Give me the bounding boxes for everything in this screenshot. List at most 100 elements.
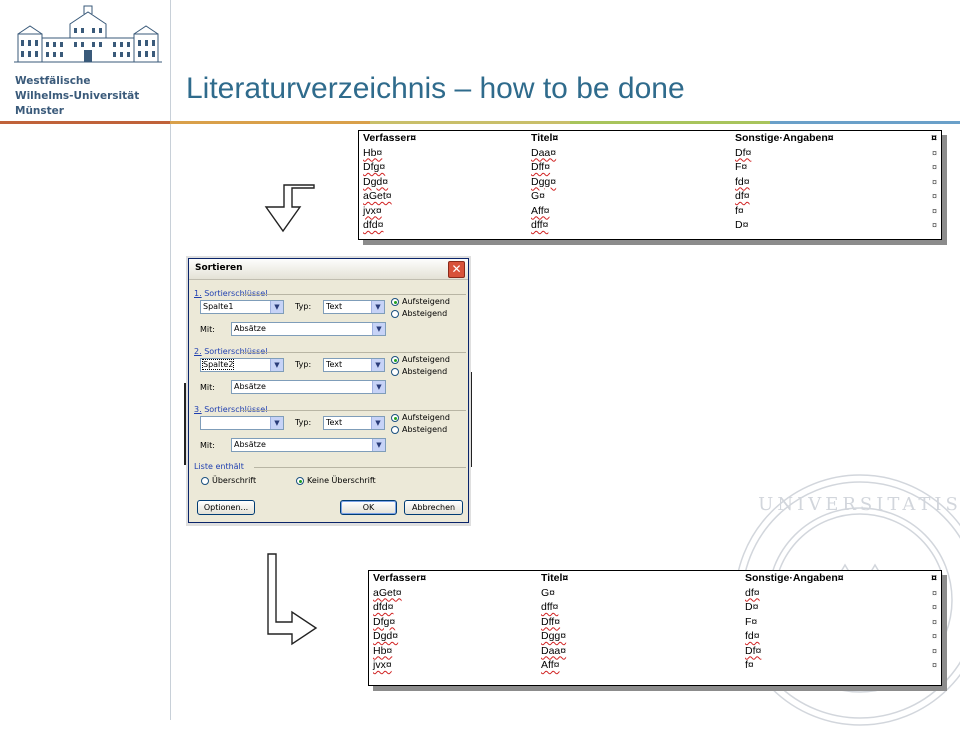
sort-key-3-type-select[interactable]: Text ▼ [323, 416, 385, 430]
sort-key-3-ascending-radio[interactable]: Aufsteigend [391, 413, 450, 422]
arrow-down-right-icon [267, 553, 318, 646]
sort-key-3-column-select[interactable]: ▼ [200, 416, 284, 430]
header-sonstige: Sonstige·Angaben¤ [735, 132, 834, 144]
cell: ¤ [931, 191, 937, 201]
sort-key-2-ascending-radio[interactable]: Aufsteigend [391, 355, 450, 364]
sort-key-1-descending-label: Absteigend [402, 309, 448, 318]
cell: ¤ [931, 602, 937, 612]
cell: Hb¤ [363, 146, 383, 159]
sort-key-3-with-value: Absätze [234, 440, 266, 449]
dialog-titlebar[interactable]: Sortieren ✕ [189, 259, 468, 280]
sort-key-1-type-label: Typ: [295, 302, 312, 311]
cell: f¤ [735, 204, 744, 217]
table-row: Hb¤ Daa¤ Df¤ ¤ [369, 644, 941, 659]
radio-icon [391, 367, 399, 376]
cell: Aff¤ [541, 659, 560, 671]
table-row: dfd¤ dff¤ D¤ ¤ [369, 600, 941, 615]
cell: ¤ [931, 220, 937, 230]
cell: jvx¤ [373, 659, 392, 671]
header-radio-label: Überschrift [212, 476, 257, 485]
university-line-2: Wilhelms-Universität [15, 90, 140, 102]
sort-key-1-ascending-radio[interactable]: Aufsteigend [391, 297, 450, 306]
color-bar [0, 121, 960, 124]
sort-key-3-with-label: Mit: [200, 441, 215, 450]
cell: Dgg¤ [531, 175, 557, 188]
slide-title: Literaturverzeichnis – how to be done [186, 72, 685, 105]
sort-key-3-ascending-label: Aufsteigend [402, 413, 450, 422]
group-separator [241, 410, 466, 411]
table-row: Hb¤ Daa¤ Df¤ ¤ [359, 146, 941, 161]
sort-key-2-column-select[interactable]: Spalte2 ▼ [200, 358, 284, 372]
sort-key-2-descending-radio[interactable]: Absteigend [391, 367, 447, 376]
sort-key-1-type-select[interactable]: Text ▼ [323, 300, 385, 314]
list-contains-label: Liste enthält [194, 462, 244, 471]
group-separator [241, 352, 466, 353]
chevron-down-icon: ▼ [371, 417, 384, 429]
cell: Daa¤ [531, 146, 557, 159]
close-button[interactable]: ✕ [448, 261, 465, 278]
cell: Dfg¤ [363, 161, 386, 173]
cell: D¤ [745, 601, 759, 613]
header-verfasser: Verfasser¤ [373, 572, 427, 584]
sort-dialog: Sortieren ✕ 1. Sortierschlüssel Spalte1 ▼… [188, 258, 469, 523]
cell: Daa¤ [541, 644, 567, 657]
university-line-1: Westfälische [15, 75, 91, 87]
group-separator [254, 467, 466, 468]
options-button[interactable]: Optionen... [197, 500, 255, 515]
group-separator [241, 294, 466, 295]
ok-button[interactable]: OK [340, 500, 397, 515]
table-row: Dfg¤ Dff¤ F¤ ¤ [359, 160, 941, 175]
chevron-down-icon: ▼ [372, 439, 385, 451]
header-mark: ¤ [931, 132, 937, 144]
cell: ¤ [931, 205, 937, 216]
cell: Dff¤ [531, 161, 551, 173]
sort-key-3-with-select[interactable]: Absätze ▼ [231, 438, 386, 452]
header-sonstige: Sonstige·Angaben¤ [745, 572, 844, 584]
chevron-down-icon: ▼ [372, 323, 385, 335]
radio-icon [201, 476, 209, 485]
sort-key-1-with-select[interactable]: Absätze ▼ [231, 322, 386, 336]
dialog-title: Sortieren [195, 263, 243, 273]
cell: Hb¤ [373, 644, 393, 657]
radio-selected-icon [391, 297, 399, 306]
sort-key-1-column-select[interactable]: Spalte1 ▼ [200, 300, 284, 314]
sort-key-2-column-value: Spalte2 [201, 359, 235, 370]
sort-key-2-type-select[interactable]: Text ▼ [323, 358, 385, 372]
cell: F¤ [745, 615, 758, 628]
sort-key-2-with-select[interactable]: Absätze ▼ [231, 380, 386, 394]
cell: dfd¤ [363, 219, 384, 231]
header-titel: Titel¤ [541, 572, 569, 584]
radio-selected-icon [391, 413, 399, 422]
sort-key-1-with-label: Mit: [200, 325, 215, 334]
table-row: jvx¤ Aff¤ f¤ ¤ [359, 204, 941, 219]
table-row: aGet¤ G¤ df¤ ¤ [369, 586, 941, 601]
sort-key-2-with-value: Absätze [234, 382, 266, 391]
header-radio[interactable]: Überschrift [201, 476, 256, 485]
no-header-radio[interactable]: Keine Überschrift [296, 476, 376, 485]
cell: dff¤ [541, 601, 559, 613]
cell: D¤ [735, 219, 749, 231]
sort-key-3-descending-radio[interactable]: Absteigend [391, 425, 447, 434]
cell: ¤ [931, 587, 937, 598]
cell: Dgd¤ [363, 175, 389, 188]
university-name: Westfälische Wilhelms-Universität Münste… [15, 74, 139, 119]
cell: Df¤ [735, 146, 752, 159]
cell: Df¤ [745, 644, 762, 657]
sort-key-2-descending-label: Absteigend [402, 367, 448, 376]
cell: ¤ [931, 616, 937, 627]
cell: ¤ [931, 631, 937, 641]
sort-key-1-descending-radio[interactable]: Absteigend [391, 309, 447, 318]
radio-selected-icon [296, 476, 304, 485]
chevron-down-icon: ▼ [372, 381, 385, 393]
table-header-row: Verfasser¤ Titel¤ Sonstige·Angaben¤ ¤ [369, 571, 941, 586]
sort-key-2-number: 2. [194, 347, 202, 356]
sort-key-1-ascending-label: Aufsteigend [402, 297, 450, 306]
cell: ¤ [931, 660, 937, 670]
cancel-button[interactable]: Abbrechen [404, 500, 463, 515]
sort-key-2-with-label: Mit: [200, 383, 215, 392]
cell: aGet¤ [373, 586, 402, 599]
sort-key-2-type-label: Typ: [295, 360, 312, 369]
chevron-down-icon: ▼ [270, 301, 283, 313]
university-line-3: Münster [15, 105, 64, 117]
radio-selected-icon [391, 355, 399, 364]
